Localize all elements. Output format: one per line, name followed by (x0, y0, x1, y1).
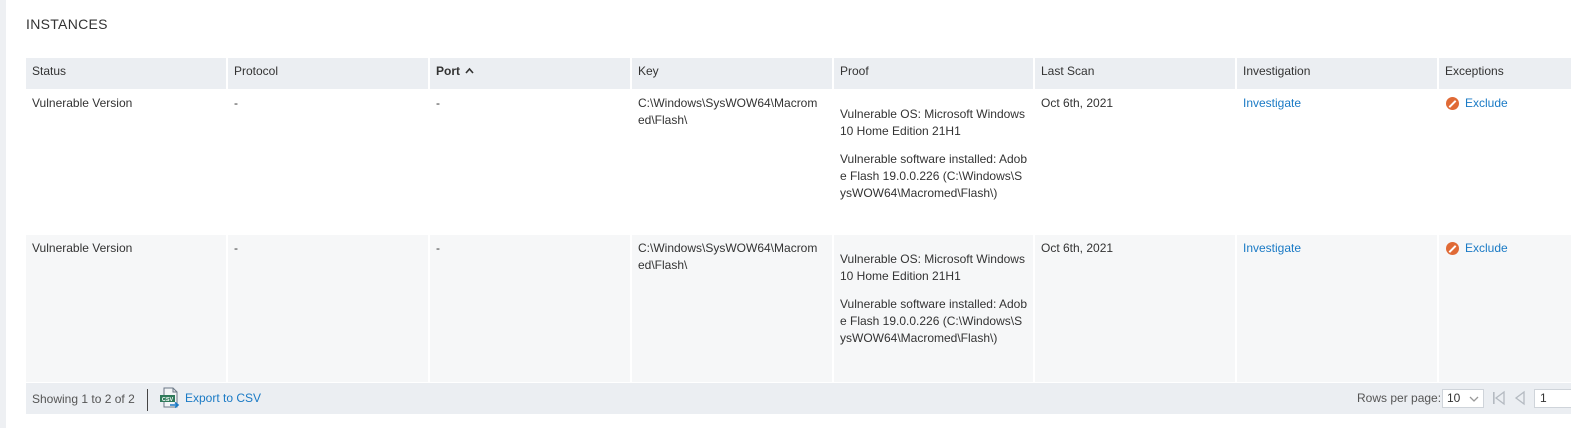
export-csv-label: Export to CSV (185, 391, 262, 405)
export-csv-button[interactable]: CSV Export to CSV (159, 387, 261, 409)
column-header-last-scan[interactable]: Last Scan (1041, 64, 1094, 78)
investigate-link[interactable]: Investigate (1243, 95, 1301, 112)
ban-icon (1446, 242, 1459, 255)
table-row: Vulnerable Version - - C:\Windows\SysWOW… (26, 90, 1571, 235)
previous-page-icon[interactable] (1512, 389, 1528, 407)
proof-software-text: Vulnerable software installed: Adobe Fla… (840, 297, 1028, 345)
proof-software-text: Vulnerable software installed: Adobe Fla… (840, 152, 1028, 200)
showing-count: Showing 1 to 2 of 2 (32, 392, 135, 406)
page-number-input[interactable]: 1 (1534, 389, 1571, 408)
investigate-link[interactable]: Investigate (1243, 240, 1301, 257)
table-row: Vulnerable Version - - C:\Windows\SysWOW… (26, 235, 1571, 382)
protocol-cell: - (234, 241, 238, 255)
column-divider (1033, 58, 1035, 382)
column-header-port[interactable]: Port (436, 64, 474, 78)
column-header-proof[interactable]: Proof (840, 64, 869, 78)
column-header-protocol[interactable]: Protocol (234, 64, 278, 78)
column-divider (630, 58, 632, 382)
exclude-label: Exclude (1465, 96, 1508, 110)
exclude-button[interactable]: Exclude (1446, 240, 1508, 257)
rows-per-page-value: 10 (1447, 391, 1461, 405)
csv-file-icon: CSV (160, 387, 180, 409)
exclude-label: Exclude (1465, 241, 1508, 255)
proof-os-text: Vulnerable OS: Microsoft Windows 10 Home… (840, 252, 1025, 283)
key-cell: C:\Windows\SysWOW64\Macromed\Flash\ (638, 96, 818, 127)
last-scan-cell: Oct 6th, 2021 (1041, 241, 1114, 255)
column-divider (226, 58, 228, 382)
proof-cell: Vulnerable OS: Microsoft Windows 10 Home… (840, 106, 1028, 213)
sort-ascending-icon (465, 67, 474, 74)
column-header-exceptions[interactable]: Exceptions (1445, 64, 1504, 78)
status-cell: Vulnerable Version (32, 96, 133, 110)
port-cell: - (436, 241, 440, 255)
column-header-port-label: Port (436, 64, 460, 78)
column-divider (832, 58, 834, 382)
key-cell: C:\Windows\SysWOW64\Macromed\Flash\ (638, 241, 818, 272)
status-cell: Vulnerable Version (32, 241, 133, 255)
column-header-key[interactable]: Key (638, 64, 659, 78)
chevron-down-icon (1469, 396, 1479, 402)
port-cell: - (436, 96, 440, 110)
ban-icon (1446, 97, 1459, 110)
column-divider (1235, 58, 1237, 382)
rows-per-page-select[interactable]: 10 (1442, 389, 1484, 408)
first-page-icon[interactable] (1491, 389, 1507, 407)
csv-icon-label: CSV (162, 397, 174, 403)
left-panel-edge (0, 0, 6, 428)
table-footer: Showing 1 to 2 of 2 CSV Export to CSV Ro… (26, 383, 1571, 414)
rows-per-page-label: Rows per page: (1357, 391, 1442, 405)
column-header-investigation[interactable]: Investigation (1243, 64, 1310, 78)
column-divider (1437, 58, 1439, 382)
column-divider (428, 58, 430, 382)
table-header: Status Protocol Port Key Proof Last Scan… (26, 58, 1571, 89)
proof-os-text: Vulnerable OS: Microsoft Windows 10 Home… (840, 107, 1025, 138)
exclude-button[interactable]: Exclude (1446, 95, 1508, 112)
proof-cell: Vulnerable OS: Microsoft Windows 10 Home… (840, 251, 1028, 358)
footer-divider (147, 389, 148, 411)
last-scan-cell: Oct 6th, 2021 (1041, 96, 1114, 110)
column-header-status[interactable]: Status (32, 64, 66, 78)
protocol-cell: - (234, 96, 238, 110)
section-title: INSTANCES (26, 16, 108, 32)
